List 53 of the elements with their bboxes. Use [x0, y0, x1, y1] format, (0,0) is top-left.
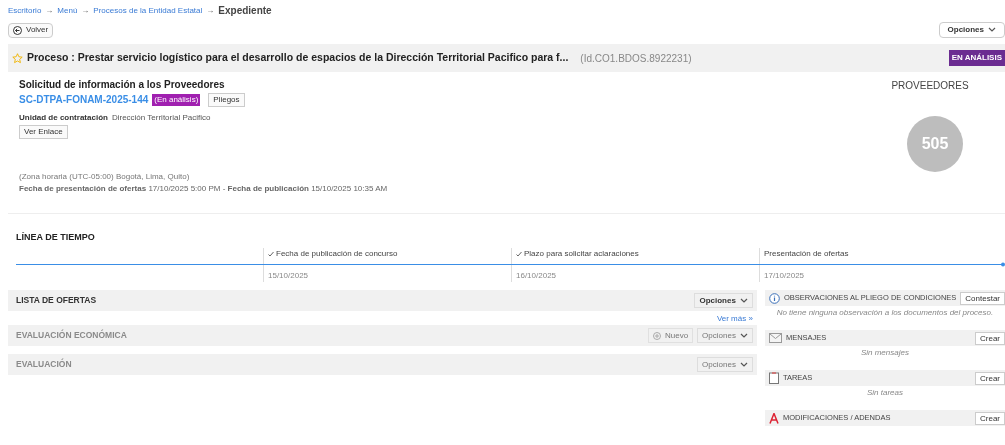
empty-state-text: No tiene ninguna observación a los documentos del proceso. — [775, 308, 995, 317]
section-title: EVALUACIÓN — [16, 358, 72, 371]
unit-value: Dirección Territorial Pacifico — [111, 112, 211, 124]
back-button[interactable]: Volver — [8, 22, 54, 38]
envelope-icon — [768, 333, 782, 343]
process-code: SC-DTPA-FONAM-2025-144 — [19, 93, 149, 107]
breadcrumb-separator: → — [45, 4, 54, 17]
timezone-text: (Zona horaria (UTC-05:00) Bogotá, Lima, Quito) — [19, 171, 191, 183]
suppliers-title: PROVEEDORES — [891, 79, 969, 93]
timeline-event-date: 15/10/2025 — [268, 270, 310, 282]
unit-label: Unidad de contratación — [19, 112, 108, 124]
timeline-event-label: Presentación de ofertas — [764, 248, 849, 260]
breadcrumb-link[interactable]: Escritorio — [8, 4, 42, 17]
timeline-event-label: Fecha de publicación de concurso — [276, 248, 398, 260]
timeline-title: LÍNEA DE TIEMPO — [16, 232, 95, 242]
clipboard-icon — [768, 372, 779, 384]
process-id: (Id.CO1.BDOS.8922231) — [580, 51, 692, 66]
back-arrow-icon — [13, 25, 22, 35]
side-panel-button[interactable]: Crear — [975, 371, 1005, 385]
pliegos-button[interactable]: Pliegos — [208, 92, 245, 107]
side-panel-button[interactable]: Crear — [975, 411, 1005, 425]
timeline-event-date: 17/10/2025 — [764, 270, 806, 282]
breadcrumb-separator: → — [81, 4, 90, 17]
code-status-tag: (En análisis) — [152, 93, 201, 106]
section-options-button[interactable]: Opciones — [694, 293, 753, 308]
check-icon — [516, 251, 522, 257]
see-more-link[interactable]: Ver más » — [716, 313, 753, 325]
dates-text: Fecha de presentación de ofertas 17/10/2025 5:00 PM - Fecha de publicación 15/10/2025 10:35 AM — [19, 183, 389, 195]
process-title: Proceso : Prestar servicio logístico para el desarrollo de espacios de la Dirección Territorial Pacifico para f... — [27, 50, 569, 66]
breadcrumb-separator: → — [206, 4, 215, 17]
chevron-down-icon — [739, 297, 748, 304]
timeline-event-date: 16/10/2025 — [516, 270, 558, 282]
side-panel-button[interactable]: Contestar — [960, 291, 1005, 305]
options-button[interactable]: Opciones — [938, 22, 1005, 38]
breadcrumb-current: Expediente — [218, 4, 272, 18]
chevron-down-icon — [739, 361, 748, 368]
check-icon — [268, 251, 274, 257]
empty-state-text: Sin mensajes — [859, 348, 910, 357]
info-circle-icon — [768, 292, 780, 304]
status-badge: EN ANÁLISIS — [948, 50, 1005, 66]
breadcrumb-link[interactable]: Menú — [57, 4, 78, 17]
timeline-event-label: Plazo para solicitar aclaraciones — [524, 248, 639, 260]
breadcrumb-link[interactable]: Procesos de la Entidad Estatal — [93, 4, 203, 17]
request-type-title: Solicitud de información a los Proveedores — [19, 78, 226, 92]
side-panel-button[interactable]: Crear — [975, 331, 1005, 345]
star-icon[interactable] — [12, 52, 23, 64]
plus-circle-icon — [652, 331, 661, 340]
section-title: EVALUACIÓN ECONÓMICA — [16, 329, 127, 342]
view-link-button[interactable]: Ver Enlace — [19, 125, 68, 139]
section-title: LISTA DE OFERTAS — [16, 294, 97, 307]
chevron-down-icon — [988, 27, 996, 33]
empty-state-text: Sin tareas — [865, 388, 904, 397]
chevron-down-icon — [739, 332, 748, 339]
